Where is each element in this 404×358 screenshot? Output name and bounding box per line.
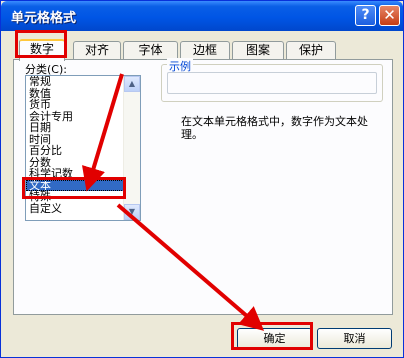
scroll-up-icon[interactable]: ▲ (124, 76, 140, 92)
tab-alignment[interactable]: 对齐 (73, 41, 121, 59)
window-title: 单元格格式 (11, 11, 77, 26)
format-cells-dialog: 单元格格式 ? ✕ 数字 对齐 字体 边框 图案 保护 分类(C): 常规 数值… (0, 0, 404, 358)
help-button[interactable]: ? (355, 5, 376, 26)
sample-preview (167, 72, 377, 94)
cancel-button[interactable]: 取消 (317, 328, 392, 349)
format-description: 在文本单元格格式中，数字作为文本处理。 (181, 115, 368, 141)
tab-strip: 数字 对齐 字体 边框 图案 保护 (13, 39, 393, 61)
tab-number[interactable]: 数字 (19, 39, 65, 61)
ok-button[interactable]: 确定 (237, 328, 312, 349)
tab-protection[interactable]: 保护 (286, 41, 336, 59)
scroll-down-icon[interactable]: ▼ (124, 204, 140, 220)
close-button[interactable]: ✕ (379, 5, 400, 26)
title-bar: 单元格格式 ? ✕ (1, 1, 403, 31)
tab-border[interactable]: 边框 (180, 41, 230, 59)
tab-pattern[interactable]: 图案 (232, 41, 284, 59)
category-scrollbar[interactable]: ▲ ▼ (123, 76, 140, 220)
tab-font[interactable]: 字体 (123, 41, 178, 59)
category-list[interactable]: 常规 数值 货币 会计专用 日期 时间 百分比 分数 科学记数 文本 特殊 自定… (25, 75, 141, 221)
